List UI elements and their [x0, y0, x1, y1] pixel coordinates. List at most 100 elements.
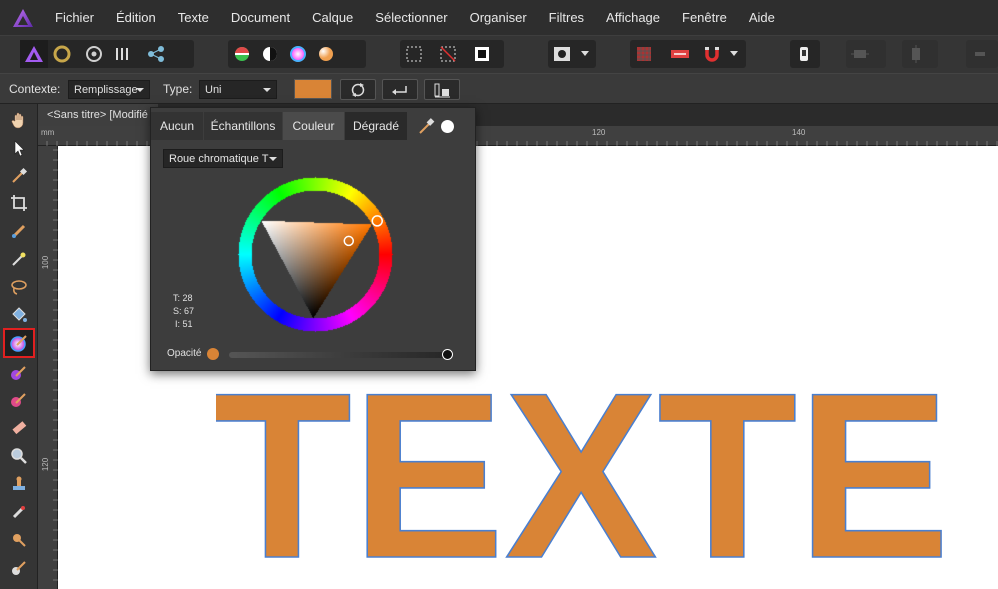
mode-button[interactable] [548, 40, 576, 68]
tool-zoom[interactable] [5, 443, 33, 469]
paint-brush-icon [11, 366, 26, 380]
tab-aucun[interactable]: Aucun [151, 112, 203, 140]
color-popover: Aucun Échantillons Couleur Dégradé Roue … [150, 107, 476, 371]
fill-color-swatch[interactable] [294, 79, 332, 99]
mode-icon [554, 47, 570, 61]
more-button[interactable] [966, 40, 994, 68]
tool-fill[interactable] [5, 302, 33, 328]
tool-eraser[interactable] [5, 415, 33, 441]
context-dropdown-value: Remplissage [74, 84, 138, 96]
align-distribute-button[interactable] [108, 40, 136, 68]
quick-mask-icon [800, 47, 808, 61]
menu-item-selectionner[interactable]: Sélectionner [364, 0, 458, 35]
hide-group [790, 40, 820, 68]
vertical-ruler[interactable]: 100 120 [38, 146, 58, 589]
export-persona-icon [86, 46, 102, 62]
marquee-select-button[interactable] [400, 40, 428, 68]
menu-item-aide[interactable]: Aide [738, 0, 786, 35]
tool-color-wheel[interactable] [3, 328, 35, 358]
reverse-button[interactable] [382, 79, 418, 100]
invert-selection-button[interactable] [468, 40, 496, 68]
tool-lasso[interactable] [5, 274, 33, 300]
menu-item-fenetre[interactable]: Fenêtre [671, 0, 738, 35]
context-dropdown[interactable]: Remplissage [68, 80, 150, 99]
pixel-persona-button[interactable] [48, 40, 76, 68]
app-logo-icon [13, 8, 33, 27]
hue-wheel[interactable] [235, 174, 395, 334]
color-wheel-icon [290, 46, 306, 62]
align-middle-button[interactable] [846, 40, 874, 68]
dodge-icon [13, 534, 26, 547]
menu-item-edition[interactable]: Édition [105, 0, 167, 35]
snapping-magnet-button[interactable] [698, 40, 726, 68]
tool-flood-select[interactable] [5, 246, 33, 272]
menu-item-affichage[interactable]: Affichage [595, 0, 671, 35]
quick-mask-button[interactable] [790, 40, 818, 68]
eraser-icon [12, 421, 27, 435]
mode-dropdown-button[interactable] [576, 40, 594, 68]
menu-item-calque[interactable]: Calque [301, 0, 364, 35]
type-dropdown[interactable]: Uni [199, 80, 277, 99]
align-center-button[interactable] [902, 40, 930, 68]
tab-degrade[interactable]: Dégradé [345, 112, 407, 140]
menu-item-document[interactable]: Document [220, 0, 301, 35]
tab-couleur[interactable]: Couleur [283, 112, 344, 140]
grid-button[interactable] [630, 40, 658, 68]
tool-clone[interactable] [5, 471, 33, 497]
chevron-down-icon [730, 51, 738, 56]
menu-item-organiser[interactable]: Organiser [459, 0, 538, 35]
tab-echantillons[interactable]: Échantillons [204, 112, 282, 140]
tool-selection-brush[interactable] [5, 218, 33, 244]
swap-colors-button[interactable] [340, 79, 376, 100]
canvas-text-object[interactable]: TEXTE [216, 368, 998, 589]
document-tab[interactable]: <Sans titre> [Modifié [38, 104, 158, 126]
opacity-slider-knob[interactable] [442, 349, 453, 360]
designer-persona-icon [25, 46, 43, 62]
invert-selection-icon [475, 47, 489, 61]
snap-edge-icon [671, 50, 689, 58]
wheel-mode-dropdown[interactable]: Roue chromatique T [163, 149, 283, 168]
share-button[interactable] [142, 40, 170, 68]
hue-value: T: 28 [173, 293, 193, 303]
tool-view[interactable] [5, 107, 33, 133]
tool-smudge[interactable] [5, 555, 33, 581]
align-center-icon [912, 45, 920, 63]
contrast-button[interactable] [256, 40, 284, 68]
menu-item-fichier[interactable]: Fichier [44, 0, 105, 35]
selection-group [400, 40, 504, 68]
deselect-button[interactable] [434, 40, 462, 68]
tool-mixer-brush[interactable] [5, 387, 33, 413]
chevron-down-icon [581, 51, 589, 56]
menu-item-filtres[interactable]: Filtres [538, 0, 595, 35]
magic-wand-icon [12, 252, 26, 266]
eyedropper-button[interactable] [417, 116, 439, 136]
tool-crop[interactable] [5, 190, 33, 216]
align-center-disabled [902, 40, 938, 68]
designer-persona-button[interactable] [20, 40, 48, 68]
text-style-button[interactable] [424, 79, 460, 100]
menu-item-texte[interactable]: Texte [167, 0, 220, 35]
tool-move[interactable] [5, 135, 33, 161]
type-dropdown-value: Uni [205, 84, 222, 96]
export-persona-button[interactable] [80, 40, 108, 68]
tool-dodge[interactable] [5, 527, 33, 553]
tool-paint-brush[interactable] [5, 360, 33, 386]
context-toolbar: Contexte: Remplissage Type: Uni [0, 73, 998, 104]
color-balance-button[interactable] [228, 40, 256, 68]
gradient-sphere-button[interactable] [312, 40, 340, 68]
magnet-icon [705, 47, 719, 62]
lasso-icon [11, 280, 27, 295]
picked-color-swatch[interactable] [441, 120, 454, 133]
color-wheel-button[interactable] [284, 40, 312, 68]
eyedropper-icon [12, 167, 28, 183]
main-toolbar [0, 35, 998, 73]
snap-to-edge-button[interactable] [666, 40, 694, 68]
v-ruler-ticks [53, 149, 58, 581]
tool-healing[interactable] [5, 499, 33, 525]
crop-icon [11, 195, 27, 211]
tool-color-picker[interactable] [5, 163, 33, 189]
align-middle-icon [851, 50, 869, 58]
opacity-slider-track[interactable] [229, 352, 451, 358]
opacity-color-swatch [207, 348, 219, 360]
snapping-dropdown-button[interactable] [726, 40, 742, 68]
